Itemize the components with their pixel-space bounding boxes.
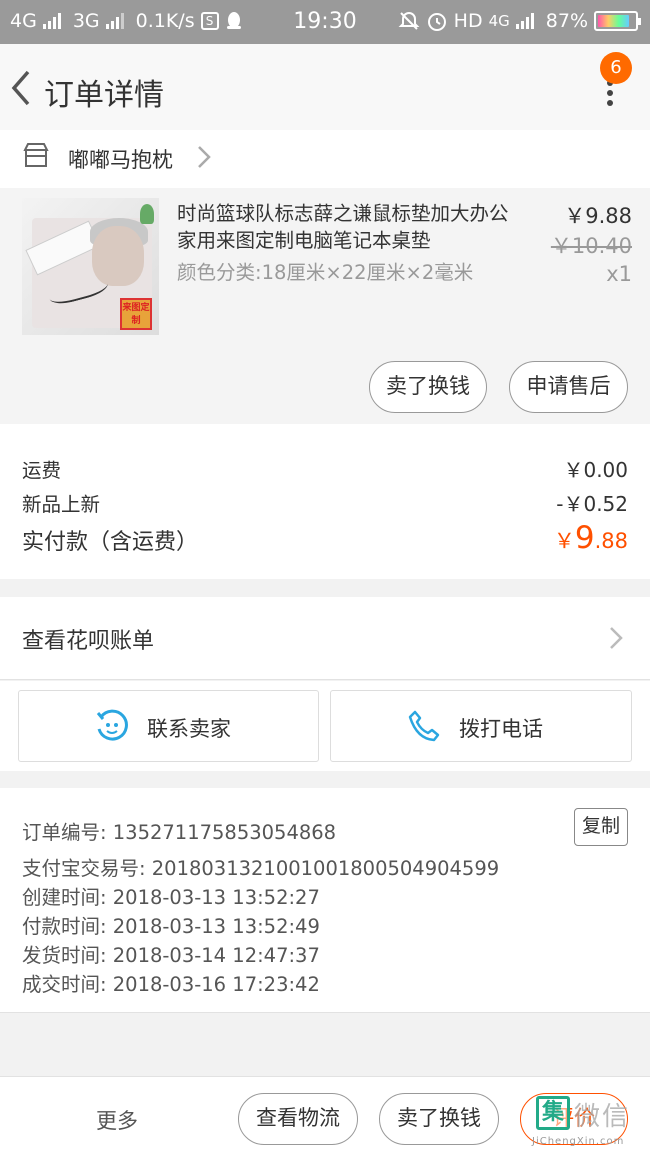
product-name[interactable]: 时尚篮球队标志薛之谦鼠标垫加大办公家用来图定制电脑笔记本桌垫: [177, 200, 517, 254]
back-arrow-icon[interactable]: [8, 68, 38, 108]
sell-button[interactable]: 卖了换钱: [369, 361, 487, 413]
sell-button-bottom[interactable]: 卖了换钱: [379, 1093, 499, 1145]
chevron-right-icon: [198, 146, 211, 168]
contact-seller-label: 联系卖家: [147, 717, 231, 741]
shop-name[interactable]: 嘟嘟马抱枕: [68, 144, 173, 174]
product-sku: 颜色分类:18厘米×22厘米×2毫米: [177, 261, 474, 284]
contact-row: 联系卖家 拨打电话: [0, 681, 650, 771]
product-thumbnail[interactable]: 来图定制: [22, 198, 159, 335]
rate-button[interactable]: 评价: [520, 1093, 628, 1145]
order-info: 订单编号: 1352711758530548​68 复制 支付宝交易号: 201…: [0, 788, 650, 1013]
fee-summary: 运费 ￥0.00 新品上新 -￥0.52 实付款（含运费） ￥9.88: [0, 424, 650, 579]
product-price: ￥9.88: [564, 204, 632, 228]
huabei-bill-row[interactable]: 查看花呗账单: [0, 597, 650, 680]
product-quantity: x1: [606, 262, 632, 286]
message-badge: 6: [600, 52, 632, 84]
shipping-label: 运费: [22, 459, 62, 482]
hd-label: HD: [453, 10, 483, 32]
after-sale-button[interactable]: 申请售后: [509, 361, 628, 413]
order-number: 订单编号: 1352711758530548​68: [22, 821, 337, 844]
chevron-right-icon: [610, 627, 623, 649]
chat-face-icon: [96, 709, 128, 741]
status-right: HD 4G 87%: [398, 10, 641, 32]
status-bar: 4G 3G 0.1K/s S 19:30 HD 4G 87%: [0, 0, 650, 44]
alarm-icon: [427, 13, 446, 31]
mute-icon: [398, 11, 420, 30]
promo-value: -￥0.52: [556, 492, 628, 516]
nav-header: 订单详情 6: [0, 44, 650, 130]
paid-time: 付款时间: 2018-03-13 13:52:49: [22, 915, 320, 938]
promo-label: 新品上新: [22, 493, 101, 516]
total-currency: ￥: [553, 529, 575, 553]
signal-icon-3: [515, 13, 534, 29]
shop-icon: [23, 143, 49, 167]
phone-icon: [408, 710, 440, 742]
product-original-price: ￥10.40: [550, 234, 632, 258]
network-label-3: 4G: [488, 12, 510, 30]
shop-row[interactable]: 嘟嘟马抱枕: [0, 130, 650, 188]
shipped-time: 发货时间: 2018-03-14 12:47:37: [22, 944, 320, 967]
bottom-action-bar: 更多 查看物流 卖了换钱 评价: [0, 1076, 650, 1155]
call-label: 拨打电话: [459, 717, 543, 741]
battery-icon: [594, 11, 641, 31]
total-decimal: .88: [594, 529, 628, 553]
battery-percent: 87%: [545, 10, 588, 32]
more-link[interactable]: 更多: [96, 1105, 138, 1135]
alipay-number: 支付宝交易号: 2018031321001001800504904599: [22, 857, 500, 880]
total-integer: 9: [574, 520, 595, 556]
total-value: ￥9.88: [554, 520, 628, 556]
custom-stamp: 来图定制: [120, 298, 152, 330]
page-title: 订单详情: [44, 78, 164, 113]
product-card: 来图定制 时尚篮球队标志薛之谦鼠标垫加大办公家用来图定制电脑笔记本桌垫 颜色分类…: [0, 188, 650, 424]
view-logistics-button[interactable]: 查看物流: [238, 1093, 358, 1145]
completed-time: 成交时间: 2018-03-16 17:23:42: [22, 973, 320, 996]
contact-seller-button[interactable]: 联系卖家: [18, 690, 319, 762]
created-time: 创建时间: 2018-03-13 13:52:27: [22, 886, 320, 909]
shipping-value: ￥0.00: [563, 458, 628, 482]
total-label: 实付款（含运费）: [22, 530, 199, 555]
copy-button[interactable]: 复制: [574, 808, 628, 846]
call-button[interactable]: 拨打电话: [330, 690, 632, 762]
more-menu-icon[interactable]: [604, 80, 616, 110]
huabei-label: 查看花呗账单: [22, 629, 155, 654]
